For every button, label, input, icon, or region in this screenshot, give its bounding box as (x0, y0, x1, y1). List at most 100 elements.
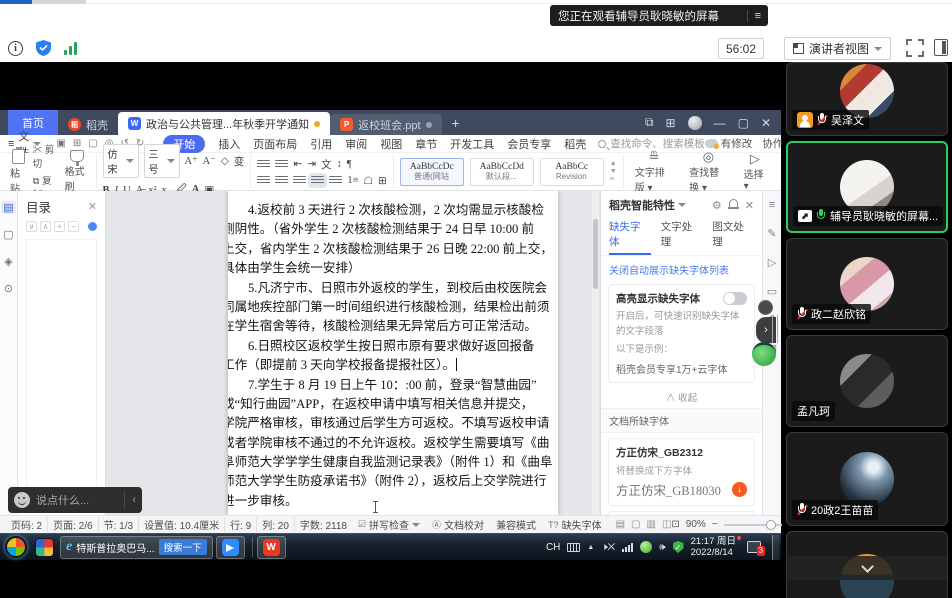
volume-icon[interactable]: 🕪 (659, 542, 665, 553)
document-line[interactable]: 工作（即提前 3 天向学校报备提报社区）。 (228, 356, 558, 375)
search-chip[interactable]: 搜索一下 (159, 539, 207, 555)
panel-tab[interactable]: 文字处理 (661, 219, 703, 255)
panel-tab[interactable]: 缺失字体 (609, 219, 651, 255)
pinyin-button[interactable]: 变 (234, 154, 245, 169)
highlight-toggle[interactable] (723, 292, 747, 305)
participant-tile[interactable]: ⬈ 政二赵欣铭 (786, 238, 948, 330)
toast-menu-icon[interactable]: ≡ (747, 10, 768, 22)
language-indicator[interactable]: CH (546, 542, 560, 553)
export-icon[interactable]: ⊞ (73, 138, 81, 149)
show-desktop-button[interactable] (772, 535, 779, 560)
missing-font-button[interactable]: T?缺失字体 (542, 517, 608, 532)
ribbon-tab[interactable]: 页面布局 (253, 136, 297, 152)
align-left-button[interactable] (257, 176, 270, 185)
ruler-icon[interactable]: ▭ (767, 285, 777, 298)
close-icon[interactable]: ✕ (88, 200, 97, 213)
widget-ball-icon[interactable] (758, 300, 773, 315)
download-icon[interactable]: ↓ (732, 482, 747, 497)
keyboard-icon[interactable] (567, 543, 580, 552)
paste-button[interactable]: 粘贴 (10, 149, 27, 195)
document-line[interactable]: 具体由学生会统一安排） (228, 259, 558, 278)
distribute-button[interactable] (329, 176, 342, 185)
document-line[interactable]: 进一步审核。 (228, 492, 558, 511)
scroll-down-button[interactable] (787, 556, 947, 580)
muted-speaker-icon[interactable]: 🕨✕ (601, 542, 615, 553)
account-avatar[interactable] (688, 116, 702, 130)
document-scrollbar[interactable] (592, 191, 599, 515)
zoom-in-icon[interactable]: + (54, 221, 65, 232)
zoom-value[interactable]: 90% (686, 519, 706, 530)
document-line[interactable]: 同属地疾控部门第一时间组织进行核酸检测，结果检出前须 (228, 298, 558, 317)
tab-docer[interactable]: 稻 稻壳 (58, 114, 118, 135)
grow-font-button[interactable]: A⁺ (185, 155, 198, 167)
chevron-down-icon[interactable] (678, 203, 686, 207)
drag-handle-icon[interactable]: ≡ (769, 199, 775, 211)
sidebar-toggle-icon[interactable] (934, 39, 948, 56)
document-line[interactable]: 测阴性。（省外学生 2 次核酸检测结果于 24 日早 10:00 前 (228, 220, 558, 239)
switch-window-icon[interactable]: ⧉ (645, 115, 654, 130)
line-spacing-button[interactable]: 1≡ (347, 175, 358, 186)
align-center-button[interactable] (275, 176, 288, 185)
toc-panel-icon[interactable]: ▤ (1, 201, 15, 214)
zoom-out-icon[interactable]: − (68, 221, 79, 232)
panel-tab[interactable]: 图文处理 (712, 219, 754, 255)
meeting-info-icon[interactable]: i (8, 41, 23, 56)
document-line[interactable]: 7.学生于 8 月 19 日上午 10：:00 前，登录“智慧曲园” (228, 376, 558, 395)
find-replace-button[interactable]: ◎查找替换 ▾ (684, 150, 732, 194)
emoji-icon[interactable] (14, 492, 30, 508)
expand-all-icon[interactable]: ∨ (26, 221, 37, 232)
document-line[interactable]: 阜师范大学学学生健康自我监测记录表》（附件 1）和《曲阜 (228, 453, 558, 472)
collapse-all-icon[interactable]: ∧ (40, 221, 51, 232)
chat-placeholder[interactable]: 说点什么... (36, 492, 118, 508)
collapse-link[interactable]: ∧ 收起 (601, 388, 762, 408)
style-more-icon[interactable]: ≡ (610, 176, 617, 183)
green-ball-icon[interactable] (752, 342, 776, 366)
document-line[interactable]: 6.日照校区返校学生按日照市原有要求做好返回报备 (228, 337, 558, 356)
ribbon-tab[interactable]: 开发工具 (450, 136, 494, 152)
style-normal-web[interactable]: AaBbCcDc 普通(网站 (400, 158, 464, 186)
document-line[interactable]: 上交，省内学生 2 次核酸检测结果于 26 日晚 22:00 前上交， (228, 240, 558, 259)
taskbar-app-icon[interactable] (35, 538, 54, 557)
thumbnail-panel-icon[interactable]: ▢ (3, 228, 13, 241)
page-view-icon[interactable]: ▤ (616, 519, 625, 530)
cut-button[interactable]: ✂ 剪切 (33, 142, 59, 170)
align-right-button[interactable] (293, 176, 306, 185)
toc-settings-dot[interactable] (88, 222, 97, 231)
spell-check-button[interactable]: ☑拼写检查 (352, 517, 426, 532)
cursor-icon[interactable]: ▷ (768, 256, 776, 269)
print-icon[interactable]: ▢ (88, 138, 97, 149)
ribbon-tab[interactable]: 章节 (415, 136, 437, 152)
style-up-icon[interactable]: ▲ (610, 160, 617, 167)
document-line[interactable]: 在学生宿舍等待，核酸检测结果无异常后方可正常活动。 (228, 317, 558, 336)
auto-show-link[interactable]: 关闭自动展示缺失字体列表 (601, 256, 762, 279)
outline-view-icon[interactable]: ▥ (646, 519, 655, 530)
bullet-list-button[interactable] (257, 160, 270, 169)
taskbar-browser-button[interactable]: e 特斯普拉奥巴马... 搜索一下 (60, 536, 213, 559)
pen-icon[interactable]: ✎ (767, 227, 776, 240)
participant-tile[interactable]: ⬈ 吴泽文 (786, 62, 948, 136)
ribbon-tab[interactable]: 审阅 (345, 136, 367, 152)
participant-tile[interactable]: ⬈ 20政2王苗苗 (786, 432, 948, 526)
zoom-out-button[interactable]: − (712, 519, 718, 530)
security-shield-icon[interactable] (36, 40, 51, 56)
asian-layout-button[interactable]: 文 (321, 157, 332, 172)
close-button[interactable]: ✕ (761, 116, 771, 130)
style-down-icon[interactable]: ▼ (610, 168, 617, 175)
workspace-grid-icon[interactable]: ⊞ (666, 116, 676, 130)
shading-button[interactable]: ☖ (364, 175, 373, 187)
font-size-select[interactable]: 三号 (144, 144, 180, 178)
document-line[interactable]: 4.返校前 3 天进行 2 次核酸检测，2 次均需显示核酸检 (228, 201, 558, 220)
start-button[interactable] (5, 536, 27, 558)
document-line[interactable]: 学院严格审核，审核通过后学生方可返校。不填写返校申请 (228, 414, 558, 433)
document-line[interactable]: 或者学院审核不通过的不允许返校。返校学生需要填写《曲 (228, 434, 558, 453)
meeting-chat-pill[interactable]: 说点什么... ‹ (8, 487, 142, 513)
document-line[interactable]: 师范大学学生防疫承诺书》（附件 2），返校后上交学院进行 (228, 472, 558, 491)
antivirus-shield-icon[interactable]: ✓ (673, 541, 684, 553)
justify-button[interactable] (311, 176, 324, 185)
bell-icon[interactable] (729, 199, 738, 207)
speedup-ball-icon[interactable] (640, 541, 652, 553)
close-icon[interactable]: ✕ (745, 199, 754, 212)
ribbon-tab[interactable]: 引用 (310, 136, 332, 152)
text-typeset-button[interactable]: ≞文字排版 ▾ (630, 150, 678, 194)
network-quality-icon[interactable] (64, 41, 77, 55)
